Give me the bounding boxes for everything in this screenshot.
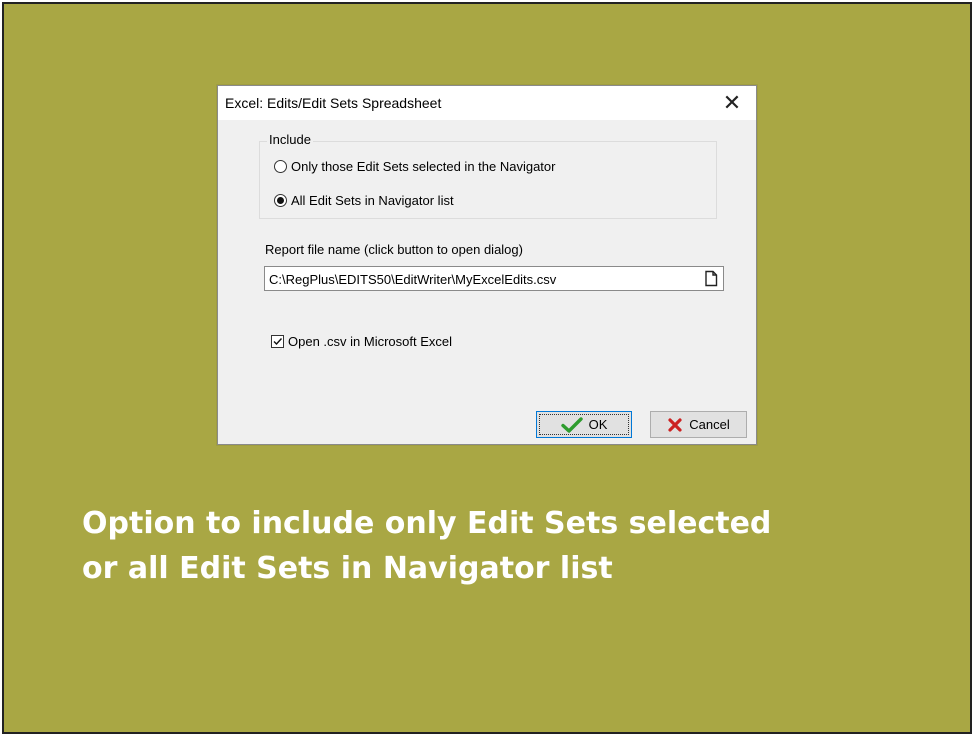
file-icon[interactable] xyxy=(703,270,719,287)
slide-caption: Option to include only Edit Sets selecte… xyxy=(82,501,902,591)
report-file-path[interactable]: C:\RegPlus\EDITS50\EditWriter\MyExcelEdi… xyxy=(269,272,556,287)
report-file-input[interactable]: C:\RegPlus\EDITS50\EditWriter\MyExcelEdi… xyxy=(264,266,724,291)
open-excel-label: Open .csv in Microsoft Excel xyxy=(288,334,452,349)
cancel-x-icon xyxy=(668,417,682,432)
dialog-titlebar: Excel: Edits/Edit Sets Spreadsheet ✕ xyxy=(218,86,756,120)
slide: Excel: Edits/Edit Sets Spreadsheet ✕ Inc… xyxy=(2,2,972,734)
dialog-title: Excel: Edits/Edit Sets Spreadsheet xyxy=(225,95,442,111)
close-icon[interactable]: ✕ xyxy=(716,89,748,117)
radio-only-selected[interactable]: Only those Edit Sets selected in the Nav… xyxy=(274,159,555,174)
include-group-label: Include xyxy=(267,132,313,147)
open-excel-checkbox[interactable] xyxy=(271,335,284,348)
radio-all-sets[interactable]: All Edit Sets in Navigator list xyxy=(274,193,454,208)
report-file-label: Report file name (click button to open d… xyxy=(265,242,523,257)
radio-label-all-sets: All Edit Sets in Navigator list xyxy=(291,193,454,208)
open-excel-option[interactable]: Open .csv in Microsoft Excel xyxy=(271,334,452,349)
caption-line-2: or all Edit Sets in Navigator list xyxy=(82,551,613,586)
cancel-label: Cancel xyxy=(689,417,730,432)
ok-button[interactable]: OK xyxy=(536,411,632,438)
caption-line-1: Option to include only Edit Sets selecte… xyxy=(82,506,772,541)
cancel-button[interactable]: Cancel xyxy=(650,411,747,438)
radio-button-only-selected[interactable] xyxy=(274,160,287,173)
radio-button-all-sets[interactable] xyxy=(274,194,287,207)
radio-label-only-selected: Only those Edit Sets selected in the Nav… xyxy=(291,159,556,174)
ok-focus-ring xyxy=(539,414,629,435)
include-group: Include Only those Edit Sets selected in… xyxy=(259,132,717,219)
excel-dialog: Excel: Edits/Edit Sets Spreadsheet ✕ Inc… xyxy=(217,85,757,445)
